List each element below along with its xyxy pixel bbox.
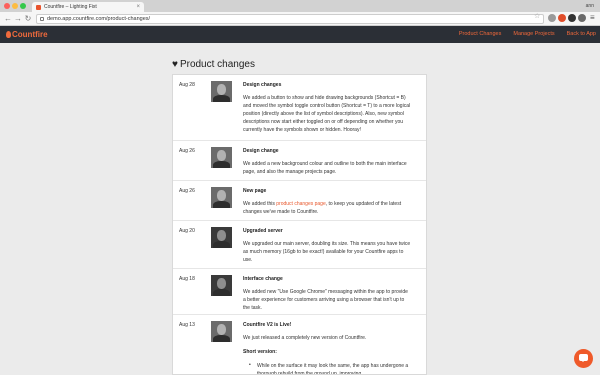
bullet-marker: • — [249, 362, 251, 368]
entry-title: New page — [243, 188, 267, 194]
countfire-logo[interactable]: Countfire — [6, 29, 48, 40]
entry-title: Interface change — [243, 276, 283, 282]
product-changes-link[interactable]: product changes page — [276, 201, 325, 207]
entry-title: Design changes — [243, 82, 282, 88]
logo-text: Countfire — [12, 30, 48, 39]
entry-bullet-text: While on the surface it may look the sam… — [257, 363, 409, 375]
entry-date: Aug 28 — [179, 82, 195, 88]
maximize-window-button[interactable] — [20, 3, 26, 9]
tab-title: Countfire – Lighting Fixt — [44, 4, 97, 10]
entry-title: Countfire V2 is Live! — [243, 322, 292, 328]
page-info-icon[interactable] — [40, 16, 44, 21]
author-avatar — [211, 81, 232, 102]
entry-date: Aug 13 — [179, 322, 195, 328]
back-arrow-icon[interactable]: ← — [3, 14, 13, 24]
browser-tab-strip: Countfire – Lighting Fixt × ann — [0, 0, 600, 12]
changes-list: Aug 28 Design changes We added a button … — [172, 74, 427, 375]
list-item: Aug 20 Upgraded server We upgraded our m… — [173, 221, 426, 269]
browser-user-label[interactable]: ann — [586, 1, 594, 11]
entry-text-before: We added this — [243, 201, 277, 207]
list-item: Aug 18 Interface change We added new "Us… — [173, 269, 426, 315]
entry-title: Upgraded server — [243, 228, 283, 234]
chat-launcher-button[interactable] — [574, 349, 593, 368]
entry-subheading: Short version: — [243, 349, 277, 355]
entry-text: We added this product changes page, to k… — [243, 200, 411, 216]
flame-icon — [6, 31, 11, 38]
heart-icon: ♥ — [172, 59, 178, 70]
browser-tab[interactable]: Countfire – Lighting Fixt × — [32, 2, 144, 12]
nav-back-to-app[interactable]: Back to App — [567, 26, 596, 43]
address-bar-url: demo.app.countfire.com/product-changes/ — [47, 16, 151, 22]
page-title: ♥ Product changes — [172, 58, 255, 71]
extension-icon[interactable] — [558, 14, 566, 22]
author-avatar — [211, 321, 232, 342]
browser-toolbar: ← → ↻ demo.app.countfire.com/product-cha… — [0, 12, 600, 26]
author-avatar — [211, 147, 232, 168]
author-avatar — [211, 275, 232, 296]
app-nav: Product Changes Manage Projects Back to … — [447, 26, 596, 43]
entry-text: We upgraded our main server, doubling it… — [243, 241, 411, 263]
forward-arrow-icon[interactable]: → — [13, 14, 23, 24]
extension-icon[interactable] — [548, 14, 556, 22]
author-avatar — [211, 227, 232, 248]
entry-text: We added new "Use Google Chrome" messagi… — [243, 289, 408, 311]
entry-date: Aug 20 — [179, 228, 195, 234]
entry-date: Aug 18 — [179, 276, 195, 282]
entry-title: Design change — [243, 148, 279, 154]
browser-menu-icon[interactable]: ≡ — [590, 13, 595, 23]
app-header: Countfire Product Changes Manage Project… — [0, 26, 600, 43]
author-avatar — [211, 187, 232, 208]
chat-bubble-icon — [579, 354, 588, 362]
entry-text: We added a button to show and hide drawi… — [243, 95, 411, 133]
list-item: Aug 26 New page We added this product ch… — [173, 181, 426, 221]
list-item: Aug 13 Countfire V2 is Live! We just rel… — [173, 315, 426, 375]
list-item: Aug 28 Design changes We added a button … — [173, 75, 426, 141]
extension-icon[interactable] — [568, 14, 576, 22]
reload-icon[interactable]: ↻ — [23, 14, 33, 24]
entry-date: Aug 26 — [179, 148, 195, 154]
minimize-window-button[interactable] — [12, 3, 18, 9]
entry-date: Aug 26 — [179, 188, 195, 194]
page-title-text: Product changes — [179, 59, 255, 70]
address-bar[interactable]: demo.app.countfire.com/product-changes/ — [36, 14, 544, 24]
countfire-favicon-icon — [36, 4, 41, 10]
close-window-button[interactable] — [4, 3, 10, 9]
entry-text: We just released a completely new versio… — [243, 335, 367, 341]
list-item: Aug 26 Design change We added a new back… — [173, 141, 426, 181]
nav-product-changes[interactable]: Product Changes — [459, 26, 502, 43]
bookmark-star-icon[interactable]: ☆ — [534, 13, 540, 21]
tab-close-icon[interactable]: × — [136, 2, 140, 12]
nav-manage-projects[interactable]: Manage Projects — [513, 26, 554, 43]
entry-text: We added a new background colour and out… — [243, 161, 407, 175]
extension-icon[interactable] — [578, 14, 586, 22]
